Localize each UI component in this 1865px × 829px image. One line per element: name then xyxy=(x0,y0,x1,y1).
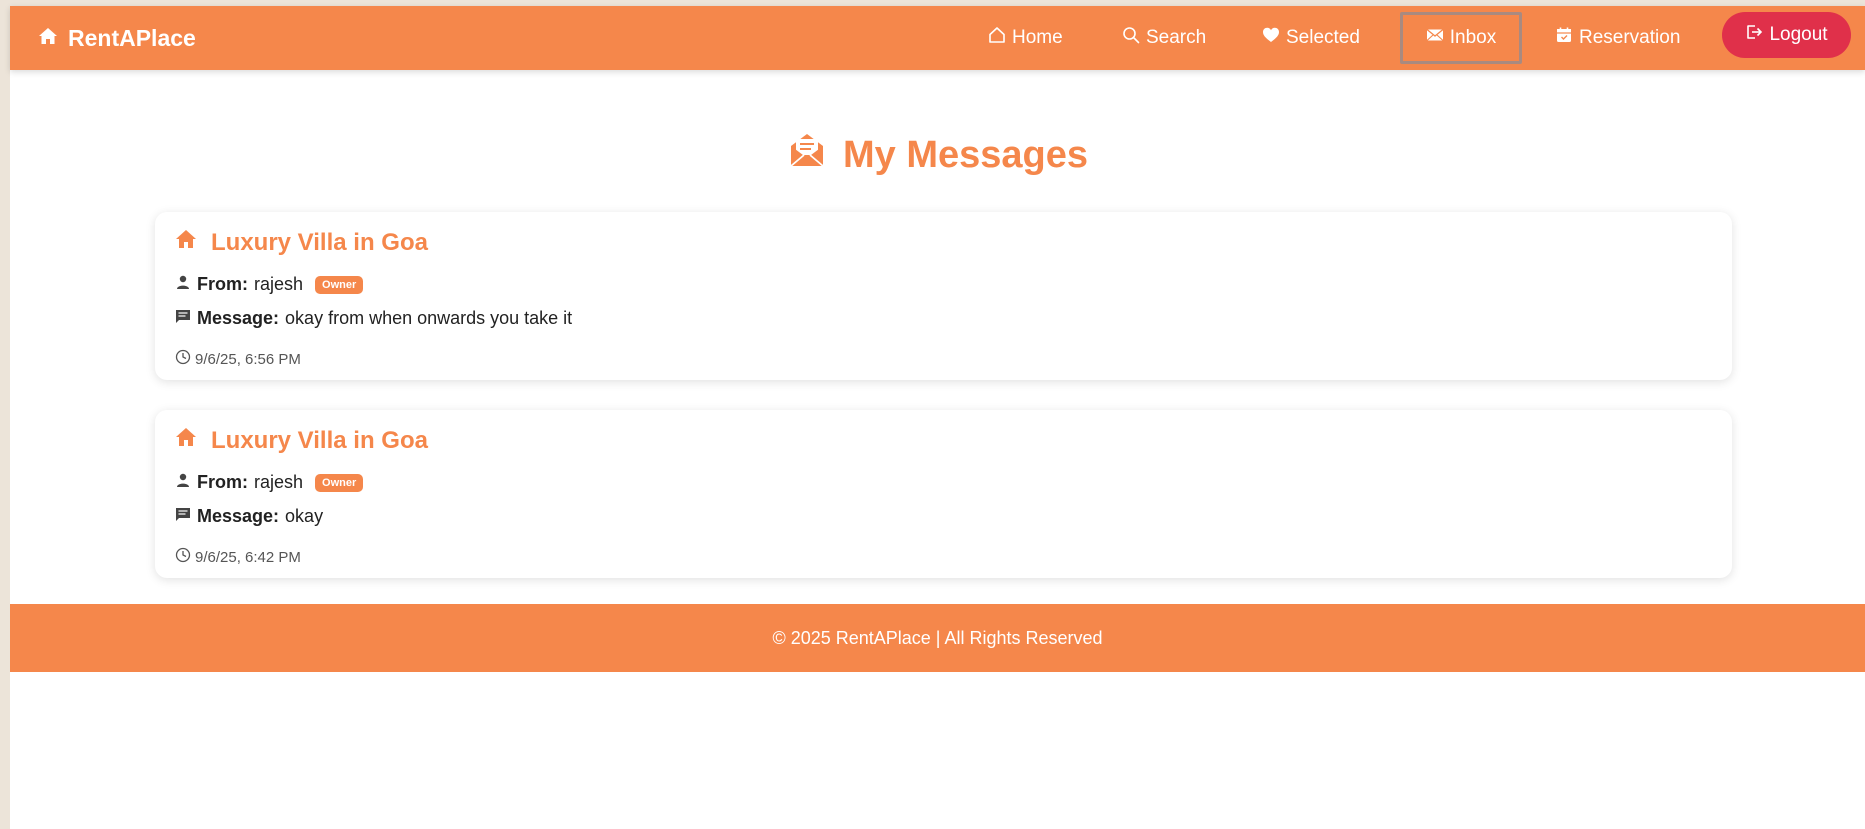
open-envelope-icon xyxy=(787,130,827,180)
message-card[interactable]: Luxury Villa in Goa From: rajesh Owner M… xyxy=(155,410,1732,578)
property-name: Luxury Villa in Goa xyxy=(211,426,428,454)
message-row: Message: okay xyxy=(175,506,323,527)
nav-inbox[interactable]: Inbox xyxy=(1400,12,1522,64)
nav-reservation[interactable]: Reservation xyxy=(1555,12,1680,64)
user-icon xyxy=(175,472,191,493)
page: RentAPlace Home Search Selected Inbox Re… xyxy=(10,6,1865,829)
nav-inbox-label: Inbox xyxy=(1449,27,1497,48)
nav-home-label: Home xyxy=(1012,27,1063,48)
home-icon xyxy=(175,426,197,455)
role-badge: Owner xyxy=(315,275,364,294)
logout-label: Logout xyxy=(1769,24,1828,45)
message-text: okay from when onwards you take it xyxy=(285,308,573,328)
nav-search[interactable]: Search xyxy=(1122,12,1206,64)
sender-name: rajesh xyxy=(254,472,304,492)
property-title: Luxury Villa in Goa xyxy=(175,228,428,257)
logout-icon xyxy=(1745,23,1763,47)
page-title: My Messages xyxy=(10,130,1865,180)
message-icon xyxy=(175,308,191,329)
clock-icon xyxy=(175,547,191,567)
search-icon xyxy=(1122,26,1140,50)
home-icon xyxy=(988,26,1006,50)
timestamp-row: 9/6/25, 6:42 PM xyxy=(175,547,301,567)
calendar-icon xyxy=(1555,26,1573,50)
message-label: Message: xyxy=(197,308,280,328)
nav-home[interactable]: Home xyxy=(988,12,1063,64)
timestamp: 9/6/25, 6:42 PM xyxy=(195,548,301,566)
from-label: From: xyxy=(197,472,248,492)
message-text: okay xyxy=(285,506,324,526)
brand-link[interactable]: RentAPlace xyxy=(38,6,196,70)
brand-name: RentAPlace xyxy=(68,24,196,51)
home-icon xyxy=(175,228,197,257)
nav-selected-label: Selected xyxy=(1286,27,1360,48)
message-icon xyxy=(175,506,191,527)
nav-reservation-label: Reservation xyxy=(1579,27,1681,48)
property-name: Luxury Villa in Goa xyxy=(211,228,428,256)
house-icon xyxy=(38,25,58,52)
footer-text: © 2025 RentAPlace | All Rights Reserved xyxy=(772,627,1103,648)
role-badge: Owner xyxy=(315,473,364,492)
clock-icon xyxy=(175,349,191,369)
message-row: Message: okay from when onwards you take… xyxy=(175,308,572,329)
envelope-icon xyxy=(1426,26,1444,50)
sender-name: rajesh xyxy=(254,274,304,294)
from-row: From: rajesh Owner xyxy=(175,472,364,493)
page-title-text: My Messages xyxy=(842,133,1088,176)
message-label: Message: xyxy=(197,506,280,526)
navbar: RentAPlace Home Search Selected Inbox Re… xyxy=(10,6,1865,70)
from-label: From: xyxy=(197,274,248,294)
timestamp-row: 9/6/25, 6:56 PM xyxy=(175,349,301,369)
heart-icon xyxy=(1262,26,1280,50)
logout-button[interactable]: Logout xyxy=(1722,12,1851,58)
nav-selected[interactable]: Selected xyxy=(1262,12,1360,64)
user-icon xyxy=(175,274,191,295)
footer: © 2025 RentAPlace | All Rights Reserved xyxy=(10,604,1865,672)
from-row: From: rajesh Owner xyxy=(175,274,364,295)
property-title: Luxury Villa in Goa xyxy=(175,426,428,455)
message-card[interactable]: Luxury Villa in Goa From: rajesh Owner M… xyxy=(155,212,1732,380)
nav-search-label: Search xyxy=(1146,27,1207,48)
timestamp: 9/6/25, 6:56 PM xyxy=(195,350,301,368)
